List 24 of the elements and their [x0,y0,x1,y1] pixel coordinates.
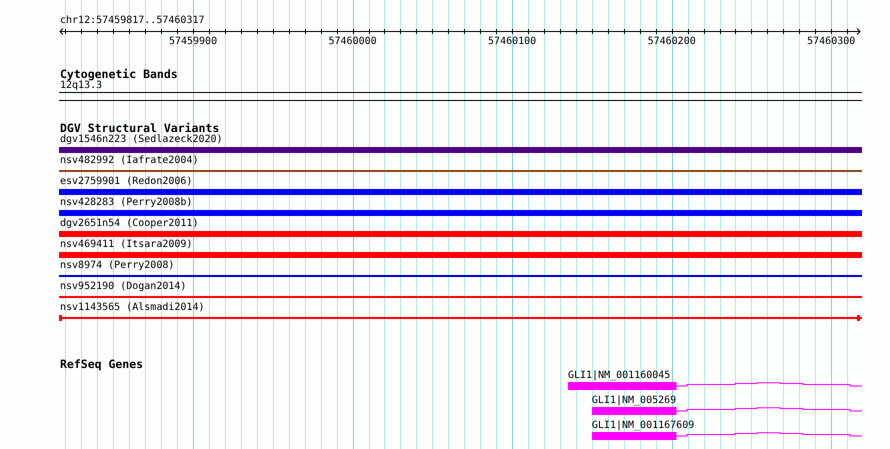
location-label: chr12:57459817..57460317 [59,14,206,27]
variant-label: nsv469411 (Itsara2009) [59,239,192,251]
track-title: RefSeq Genes [59,358,144,370]
band-label: 12q13.3 [59,80,102,92]
tick-label: 57460000 [328,36,377,47]
gene-label: GLI1|NM_001160045 [568,370,670,382]
variant-end-marker [59,315,62,321]
variant-label: nsv8974 (Perry2008) [59,260,174,272]
tick-label: 57460100 [488,36,536,47]
variant-label: nsv428283 (Perry2008b) [59,197,192,209]
tick-label: 57459900 [168,36,218,47]
variant-label: nsv952190 (Dogan2014) [59,281,186,293]
variant-label: nsv1143565 (Alsmadi2014) [59,302,204,314]
variant-label: dgv1546n223 (Sedlazeck2020) [59,134,223,146]
gene-label: GLI1|NM_001167609 [592,420,694,432]
tick-label: 57460300 [807,36,856,47]
variant-label: nsv482992 (Iafrate2004) [59,155,198,167]
gene-label: GLI1|NM_005269 [592,395,676,407]
tick-label: 57460200 [648,36,696,47]
track-title: Cytogenetic Bands [59,68,178,80]
variant-label: esv2759901 (Redon2006) [59,176,192,188]
variant-end-marker [857,315,860,321]
variant-label: dgv2651n54 (Cooper2011) [59,218,198,230]
track-title: DGV Structural Variants [59,122,220,134]
